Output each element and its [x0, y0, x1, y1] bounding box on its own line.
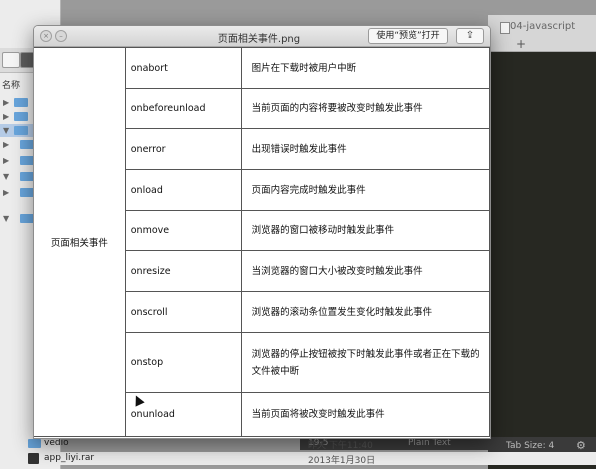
- event-description-cell: 浏览器的停止按钮被按下时触发此事件或者正在下载的文件被中断: [240, 332, 490, 393]
- folder-icon: [20, 172, 34, 181]
- disclosure-triangle-icon[interactable]: ▼: [3, 214, 9, 223]
- disclosure-triangle-icon[interactable]: ▶: [3, 140, 9, 149]
- event-description-cell: 图片在下载时被用户中断: [240, 47, 490, 89]
- event-name-cell: onabort: [124, 47, 242, 89]
- event-description-cell: 当前页面将被改变时触发此事件: [240, 392, 490, 437]
- disclosure-triangle-icon[interactable]: ▶: [3, 156, 9, 165]
- folder-icon: [28, 439, 41, 448]
- event-description-cell: 当浏览器的窗口大小被改变时触发此事件: [240, 250, 490, 292]
- editor-tab-bar: 04-javascript +: [488, 15, 596, 52]
- share-icon[interactable]: ⇪: [456, 28, 484, 44]
- event-description-cell: 页面内容完成时触发此事件: [240, 169, 490, 211]
- title-bar: × – 页面相关事件.png 使用“预览”打开 ⇪: [34, 26, 490, 47]
- file-icon: [500, 22, 510, 34]
- list-item[interactable]: app_liyi.rar 2013年1月30日: [0, 452, 596, 466]
- event-name-cell: onbeforeunload: [124, 88, 242, 129]
- table-row: 页面相关事件 onabort 图片在下载时被用户中断: [34, 47, 490, 437]
- event-description-cell: 当前页面的内容将要被改变时触发此事件: [240, 88, 490, 129]
- archive-icon: [28, 453, 39, 464]
- event-name-cell: onload: [124, 169, 242, 211]
- open-with-preview-button[interactable]: 使用“预览”打开: [368, 28, 448, 44]
- events-table: 页面相关事件 onabort 图片在下载时被用户中断 onbeforeunloa…: [34, 47, 490, 437]
- event-description-cell: 浏览器的窗口被移动时触发此事件: [240, 210, 490, 251]
- folder-icon: [14, 98, 28, 107]
- file-name: app_liyi.rar: [44, 453, 95, 463]
- disclosure-triangle-icon[interactable]: ▶: [3, 112, 9, 121]
- editor-tab[interactable]: 04-javascript: [510, 21, 575, 32]
- event-name-cell: onscroll: [124, 291, 242, 333]
- event-name-cell: onerror: [124, 128, 242, 170]
- event-name-cell: onresize: [124, 250, 242, 292]
- event-name-cell: onmove: [124, 210, 242, 251]
- category-cell: 页面相关事件: [34, 47, 126, 437]
- new-tab-button[interactable]: +: [516, 37, 526, 51]
- folder-icon: [20, 188, 34, 197]
- window-title: 页面相关事件.png: [217, 34, 301, 45]
- event-description-cell: 浏览器的滚动条位置发生变化时触发此事件: [240, 291, 490, 333]
- disclosure-triangle-icon[interactable]: ▼: [3, 126, 9, 135]
- folder-icon: [20, 214, 34, 223]
- disclosure-triangle-icon[interactable]: ▼: [3, 172, 9, 181]
- folder-icon: [14, 126, 28, 135]
- folder-icon: [20, 140, 34, 149]
- image-content: 页面相关事件 onabort 图片在下载时被用户中断 onbeforeunloa…: [34, 47, 490, 438]
- preview-window: × – 页面相关事件.png 使用“预览”打开 ⇪ 页面相关事件 onabort…: [33, 25, 491, 439]
- minimize-icon[interactable]: –: [55, 30, 67, 42]
- event-name-cell: onstop: [124, 332, 242, 393]
- event-description-cell: 出现错误时触发此事件: [240, 128, 490, 170]
- file-date: 昨天 下午11:40: [308, 441, 373, 451]
- folder-icon: [14, 112, 28, 121]
- icon-view-button[interactable]: [2, 52, 20, 68]
- file-date: 2013年1月30日: [308, 456, 376, 466]
- disclosure-triangle-icon[interactable]: ▶: [3, 188, 9, 197]
- folder-icon: [20, 156, 34, 165]
- file-name: vedio: [44, 438, 69, 448]
- editor-window: 04-javascript + Tab Size: 4 ⚙: [488, 15, 596, 469]
- close-icon[interactable]: ×: [40, 30, 52, 42]
- disclosure-triangle-icon[interactable]: ▶: [3, 98, 9, 107]
